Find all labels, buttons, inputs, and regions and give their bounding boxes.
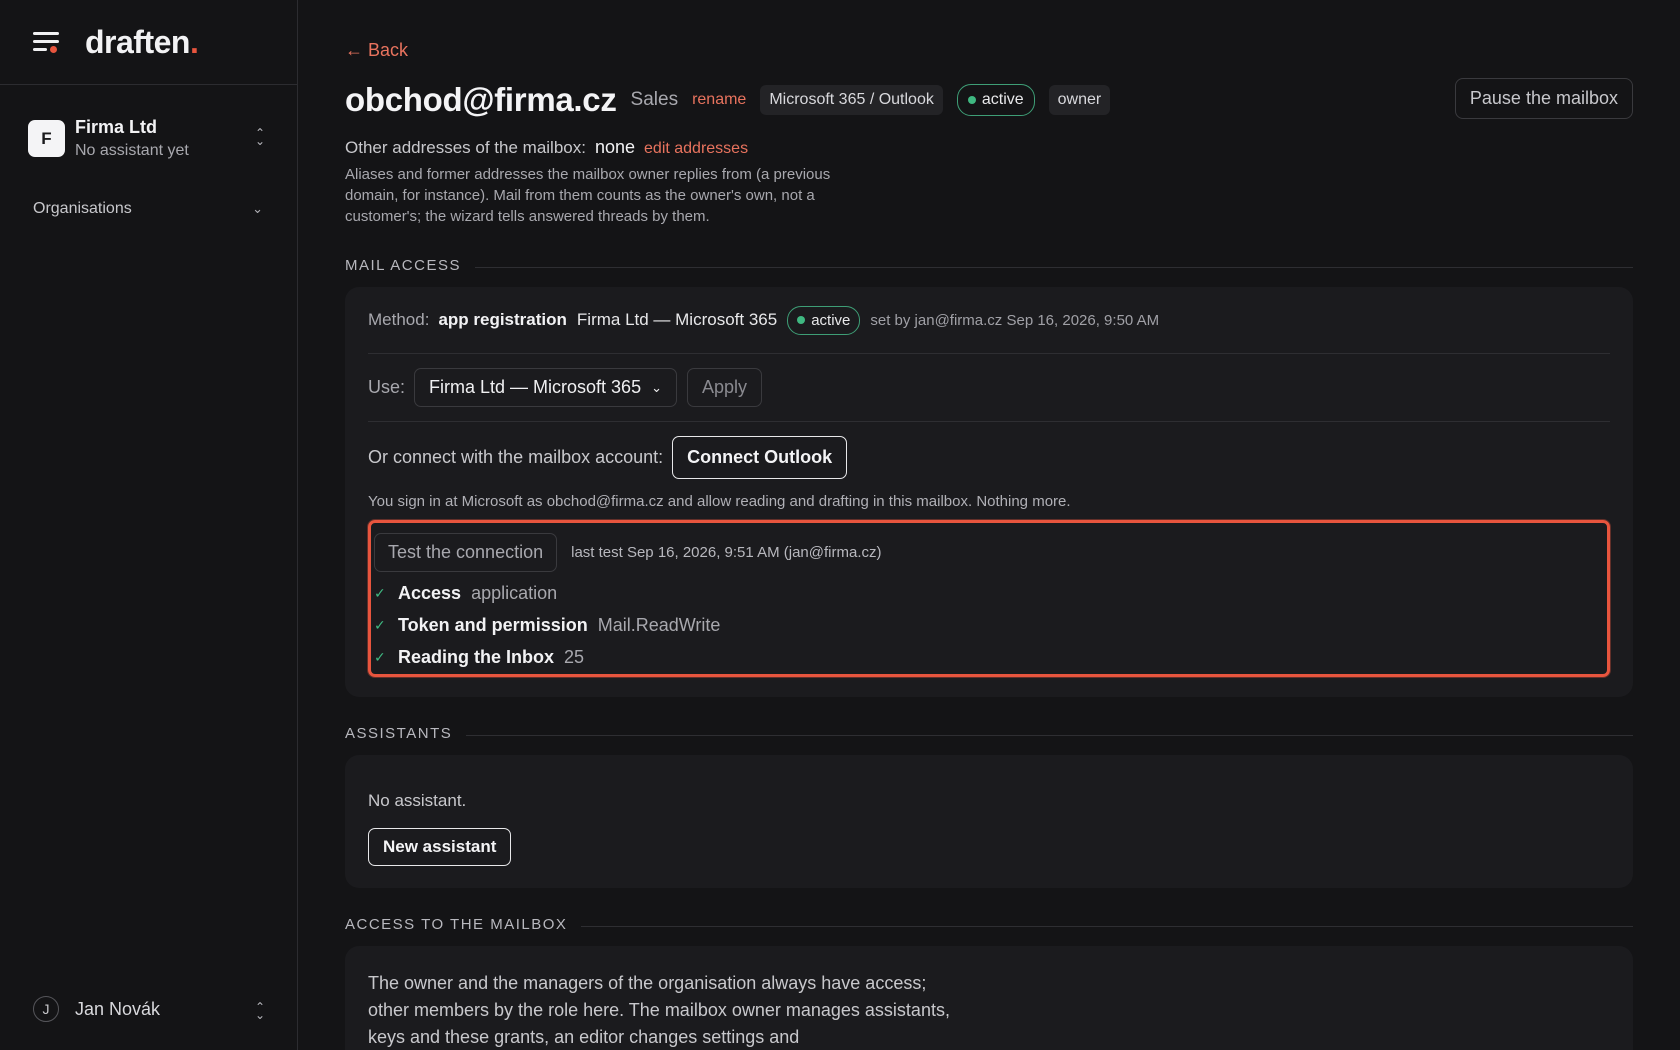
- method-org: Firma Ltd — Microsoft 365: [576, 310, 778, 329]
- assistants-heading: ASSISTANTS: [345, 725, 1633, 742]
- chevron-updown-icon: ⌃ ⌄: [254, 1000, 265, 1022]
- section-label: ACCESS TO THE MAILBOX: [345, 916, 568, 933]
- organisations-toggle[interactable]: Organisations ⌄: [0, 200, 297, 218]
- other-addresses: Other addresses of the mailbox: none edi…: [345, 137, 1633, 158]
- role-chip: owner: [1048, 85, 1111, 115]
- logo[interactable]: draften.: [85, 23, 199, 61]
- chevron-down-icon: ⌄: [651, 379, 662, 395]
- checkmark-icon: ✓: [374, 585, 386, 601]
- apply-button[interactable]: Apply: [686, 368, 763, 407]
- addresses-label: Other addresses of the mailbox:: [345, 138, 586, 157]
- check-item: ✓ Reading the Inbox 25: [374, 647, 1604, 668]
- status-dot-icon: [797, 316, 806, 324]
- connect-outlook-button[interactable]: Connect Outlook: [672, 436, 848, 479]
- check-label: Token and permission: [398, 615, 588, 635]
- org-subtitle: No assistant yet: [75, 142, 189, 159]
- connect-help: You sign in at Microsoft as obchod@firma…: [368, 493, 1071, 510]
- divider: [474, 267, 1633, 268]
- access-heading: ACCESS TO THE MAILBOX: [345, 916, 1633, 933]
- connection-test-panel: Test the connection last test Sep 16, 20…: [368, 520, 1610, 677]
- sidebar: draften. F Firma Ltd No assistant yet ⌃ ⌄…: [0, 0, 298, 1050]
- chevron-updown-icon: ⌃ ⌄: [254, 126, 265, 148]
- page-title: obchod@firma.cz: [345, 81, 617, 118]
- addresses-value: none: [594, 137, 636, 157]
- rename-link[interactable]: rename: [692, 91, 746, 109]
- checkmark-icon: ✓: [374, 617, 386, 633]
- method-status-badge: active: [787, 305, 861, 335]
- last-test-text: last test Sep 16, 2026, 9:51 AM (jan@fir…: [571, 544, 882, 561]
- user-menu[interactable]: J Jan Novák ⌃ ⌄: [33, 996, 265, 1022]
- chevron-down-icon: ⌄: [252, 201, 263, 216]
- credential-select[interactable]: Firma Ltd — Microsoft 365 ⌄: [414, 368, 677, 407]
- back-link[interactable]: ← Back: [345, 40, 1633, 61]
- section-label: ASSISTANTS: [345, 725, 453, 742]
- no-assistant-text: No assistant.: [368, 791, 467, 810]
- new-assistant-button[interactable]: New assistant: [368, 828, 512, 866]
- org-name: Firma Ltd: [75, 117, 158, 137]
- main-content: ← Back obchod@firma.cz Sales rename Micr…: [298, 0, 1680, 1050]
- check-value: application: [471, 583, 558, 603]
- connect-label: Or connect with the mailbox account:: [368, 447, 664, 467]
- check-label: Access: [398, 583, 462, 603]
- check-item: ✓ Access application: [374, 583, 1604, 604]
- divider: [581, 926, 1633, 927]
- check-item: ✓ Token and permission Mail.ReadWrite: [374, 615, 1604, 636]
- user-name: Jan Novák: [75, 998, 161, 1019]
- logo-text: draften: [85, 23, 190, 60]
- mail-access-heading: MAIL ACCESS: [345, 257, 1633, 274]
- status-text: active: [981, 91, 1024, 108]
- method-label: Method:: [368, 310, 430, 329]
- check-value: 25: [564, 647, 585, 667]
- status-dot-icon: [967, 96, 976, 104]
- assistants-card: No assistant. New assistant: [345, 755, 1633, 888]
- check-label: Reading the Inbox: [398, 647, 555, 667]
- check-value: Mail.ReadWrite: [597, 615, 721, 635]
- status-badge: active: [956, 84, 1035, 116]
- method-meta: set by jan@firma.cz Sep 16, 2026, 9:50 A…: [870, 311, 1160, 329]
- connect-row: Or connect with the mailbox account: Con…: [368, 422, 1610, 479]
- org-switcher[interactable]: F Firma Ltd No assistant yet ⌃ ⌄: [0, 85, 297, 160]
- pause-mailbox-button[interactable]: Pause the mailbox: [1454, 78, 1633, 119]
- organisations-label: Organisations: [33, 200, 132, 217]
- section-label: MAIL ACCESS: [345, 257, 461, 274]
- status-text: active: [811, 311, 851, 329]
- mail-access-card: Method: app registration Firma Ltd — Mic…: [345, 287, 1633, 697]
- access-card: The owner and the managers of the organi…: [345, 946, 1633, 1050]
- mailbox-name: Sales: [630, 89, 679, 110]
- sidebar-header: draften.: [0, 0, 297, 85]
- access-description: The owner and the managers of the organi…: [368, 973, 950, 1047]
- edit-addresses-link[interactable]: edit addresses: [644, 140, 748, 158]
- method-value: app registration: [438, 310, 567, 329]
- app-root: draften. F Firma Ltd No assistant yet ⌃ ⌄…: [0, 0, 1680, 1050]
- test-connection-button[interactable]: Test the connection: [374, 533, 558, 572]
- use-label: Use:: [368, 377, 406, 397]
- addresses-help: Aliases and former addresses the mailbox…: [345, 166, 831, 225]
- select-value: Firma Ltd — Microsoft 365: [429, 377, 642, 397]
- org-avatar: F: [28, 120, 65, 157]
- title-row: obchod@firma.cz Sales rename Microsoft 3…: [345, 81, 1633, 119]
- logo-dot: .: [189, 23, 199, 60]
- use-row: Use: Firma Ltd — Microsoft 365 ⌄ Apply: [368, 354, 1610, 422]
- menu-icon[interactable]: [33, 31, 59, 53]
- checkmark-icon: ✓: [374, 649, 386, 665]
- method-row: Method: app registration Firma Ltd — Mic…: [368, 287, 1610, 354]
- provider-chip: Microsoft 365 / Outlook: [760, 85, 943, 115]
- avatar: J: [33, 996, 59, 1022]
- divider: [466, 735, 1633, 736]
